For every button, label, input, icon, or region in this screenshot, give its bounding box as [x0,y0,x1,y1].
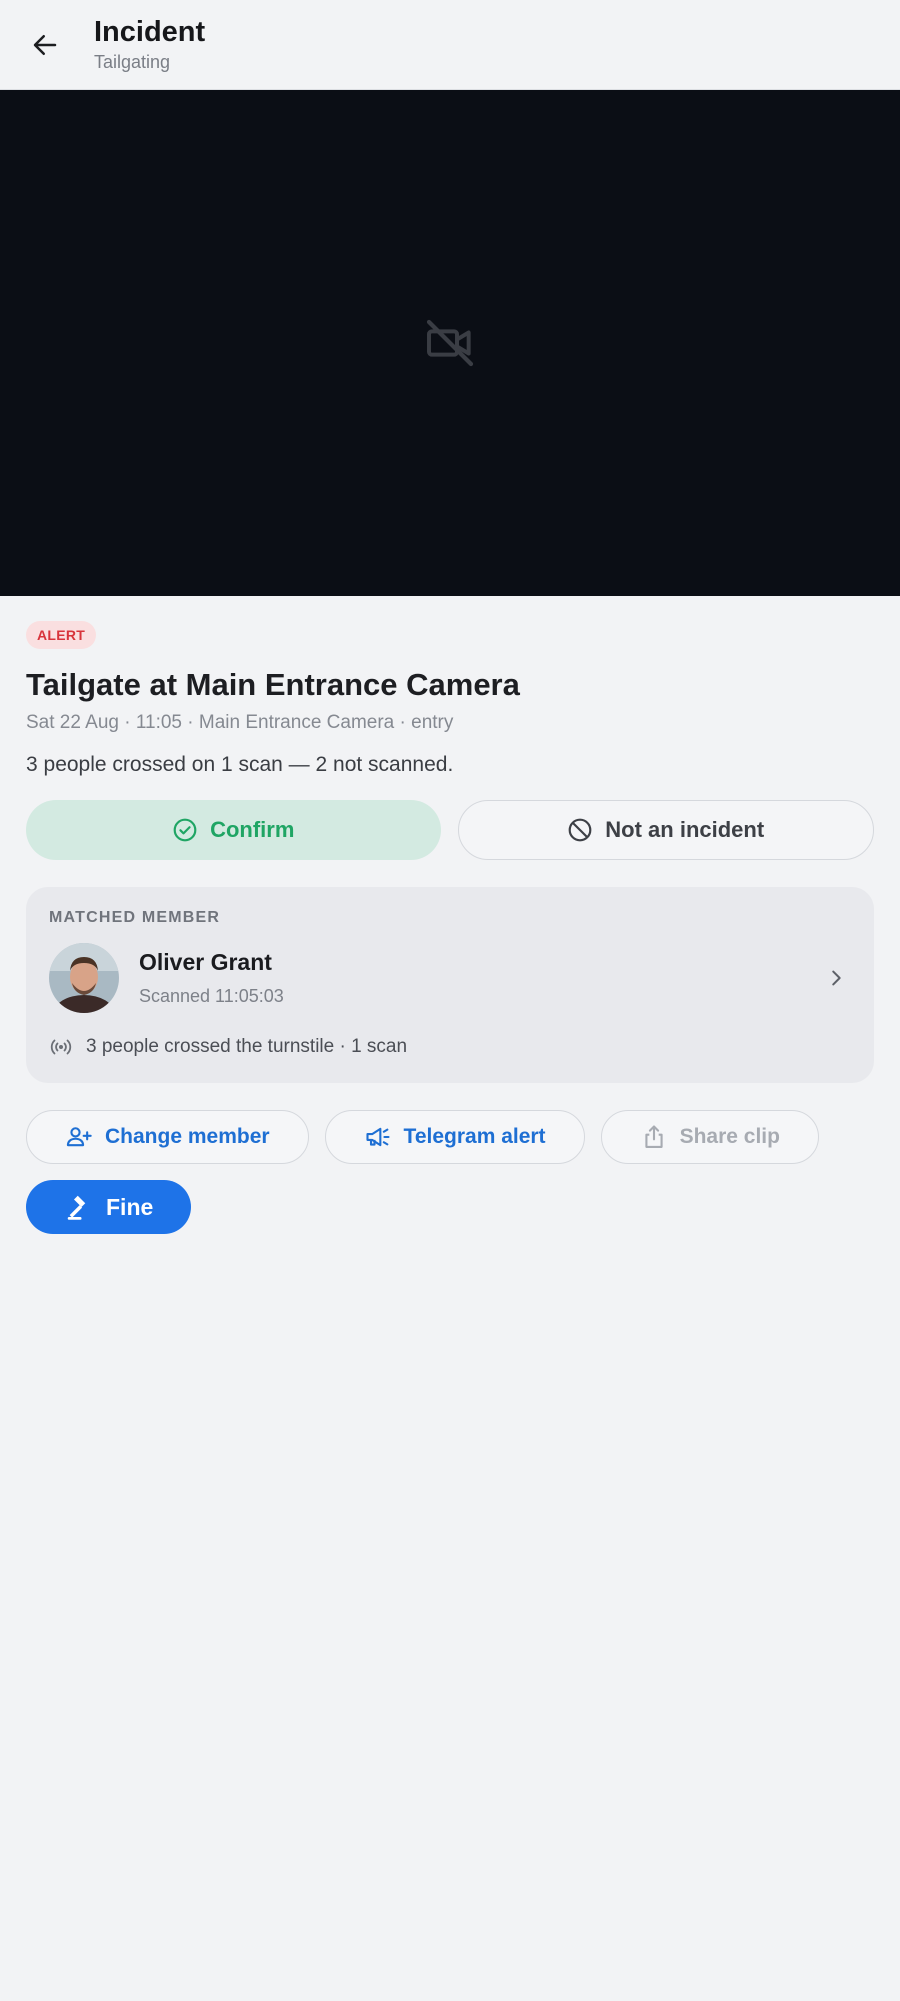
member-row[interactable]: Oliver Grant Scanned 11:05:03 [49,943,851,1013]
app-bar: Incident Tailgating [0,0,900,90]
incident-details: ALERT Tailgate at Main Entrance Camera S… [0,596,900,1234]
telegram-alert-button[interactable]: Telegram alert [324,1110,585,1164]
campaign-icon [365,1127,390,1147]
gavel-icon [67,1195,86,1220]
turnstile-summary: 3 people crossed the turnstile · 1 scan [49,1035,851,1059]
matched-member-label: MATCHED MEMBER [49,909,221,926]
matched-member-card: MATCHED MEMBER Oliver Grant Scanned 11:0… [26,887,874,1083]
back-button[interactable] [23,23,67,67]
arrow-left-icon [33,34,57,55]
share-clip-label: Share clip [679,1125,780,1148]
secondary-actions: Change member Telegram alert Share clip [26,1110,874,1234]
not-incident-button[interactable]: Not an incident [457,800,874,860]
avatar [49,943,119,1013]
member-name: Oliver Grant [139,949,272,975]
share-clip-button[interactable]: Share clip [600,1110,819,1164]
fine-label: Fine [106,1193,154,1220]
incident-meta: Sat 22 Aug · 11:05 · Main Entrance Camer… [26,712,454,733]
header-titles: Incident Tailgating [94,16,205,73]
confirm-button[interactable]: Confirm [26,800,441,860]
member-scan-time: Scanned 11:05:03 [139,986,284,1006]
chevron-right-icon [821,963,851,993]
page-title: Incident [94,16,206,48]
sensor-icon [50,1039,72,1055]
check-circle-icon [173,818,197,842]
status-badge: ALERT [26,621,97,649]
incident-title: Tailgate at Main Entrance Camera [26,667,520,702]
not-incident-label: Not an incident [605,817,765,842]
telegram-alert-label: Telegram alert [403,1125,546,1148]
share-icon [644,1125,663,1148]
page-subtitle: Tailgating [94,52,171,72]
video-player[interactable] [0,90,900,596]
decision-actions: Confirm Not an incident [26,800,874,860]
turnstile-summary-text: 3 people crossed the turnstile · 1 scan [86,1036,408,1057]
person-add-icon [66,1127,92,1147]
videocam-off-icon [426,319,474,367]
member-info: Oliver Grant Scanned 11:05:03 [139,949,821,1007]
incident-summary: 3 people crossed on 1 scan — 2 not scann… [26,753,454,776]
change-member-label: Change member [105,1125,270,1148]
fine-button[interactable]: Fine [26,1180,192,1234]
confirm-label: Confirm [210,817,295,842]
block-icon [568,818,592,842]
change-member-button[interactable]: Change member [26,1110,309,1164]
